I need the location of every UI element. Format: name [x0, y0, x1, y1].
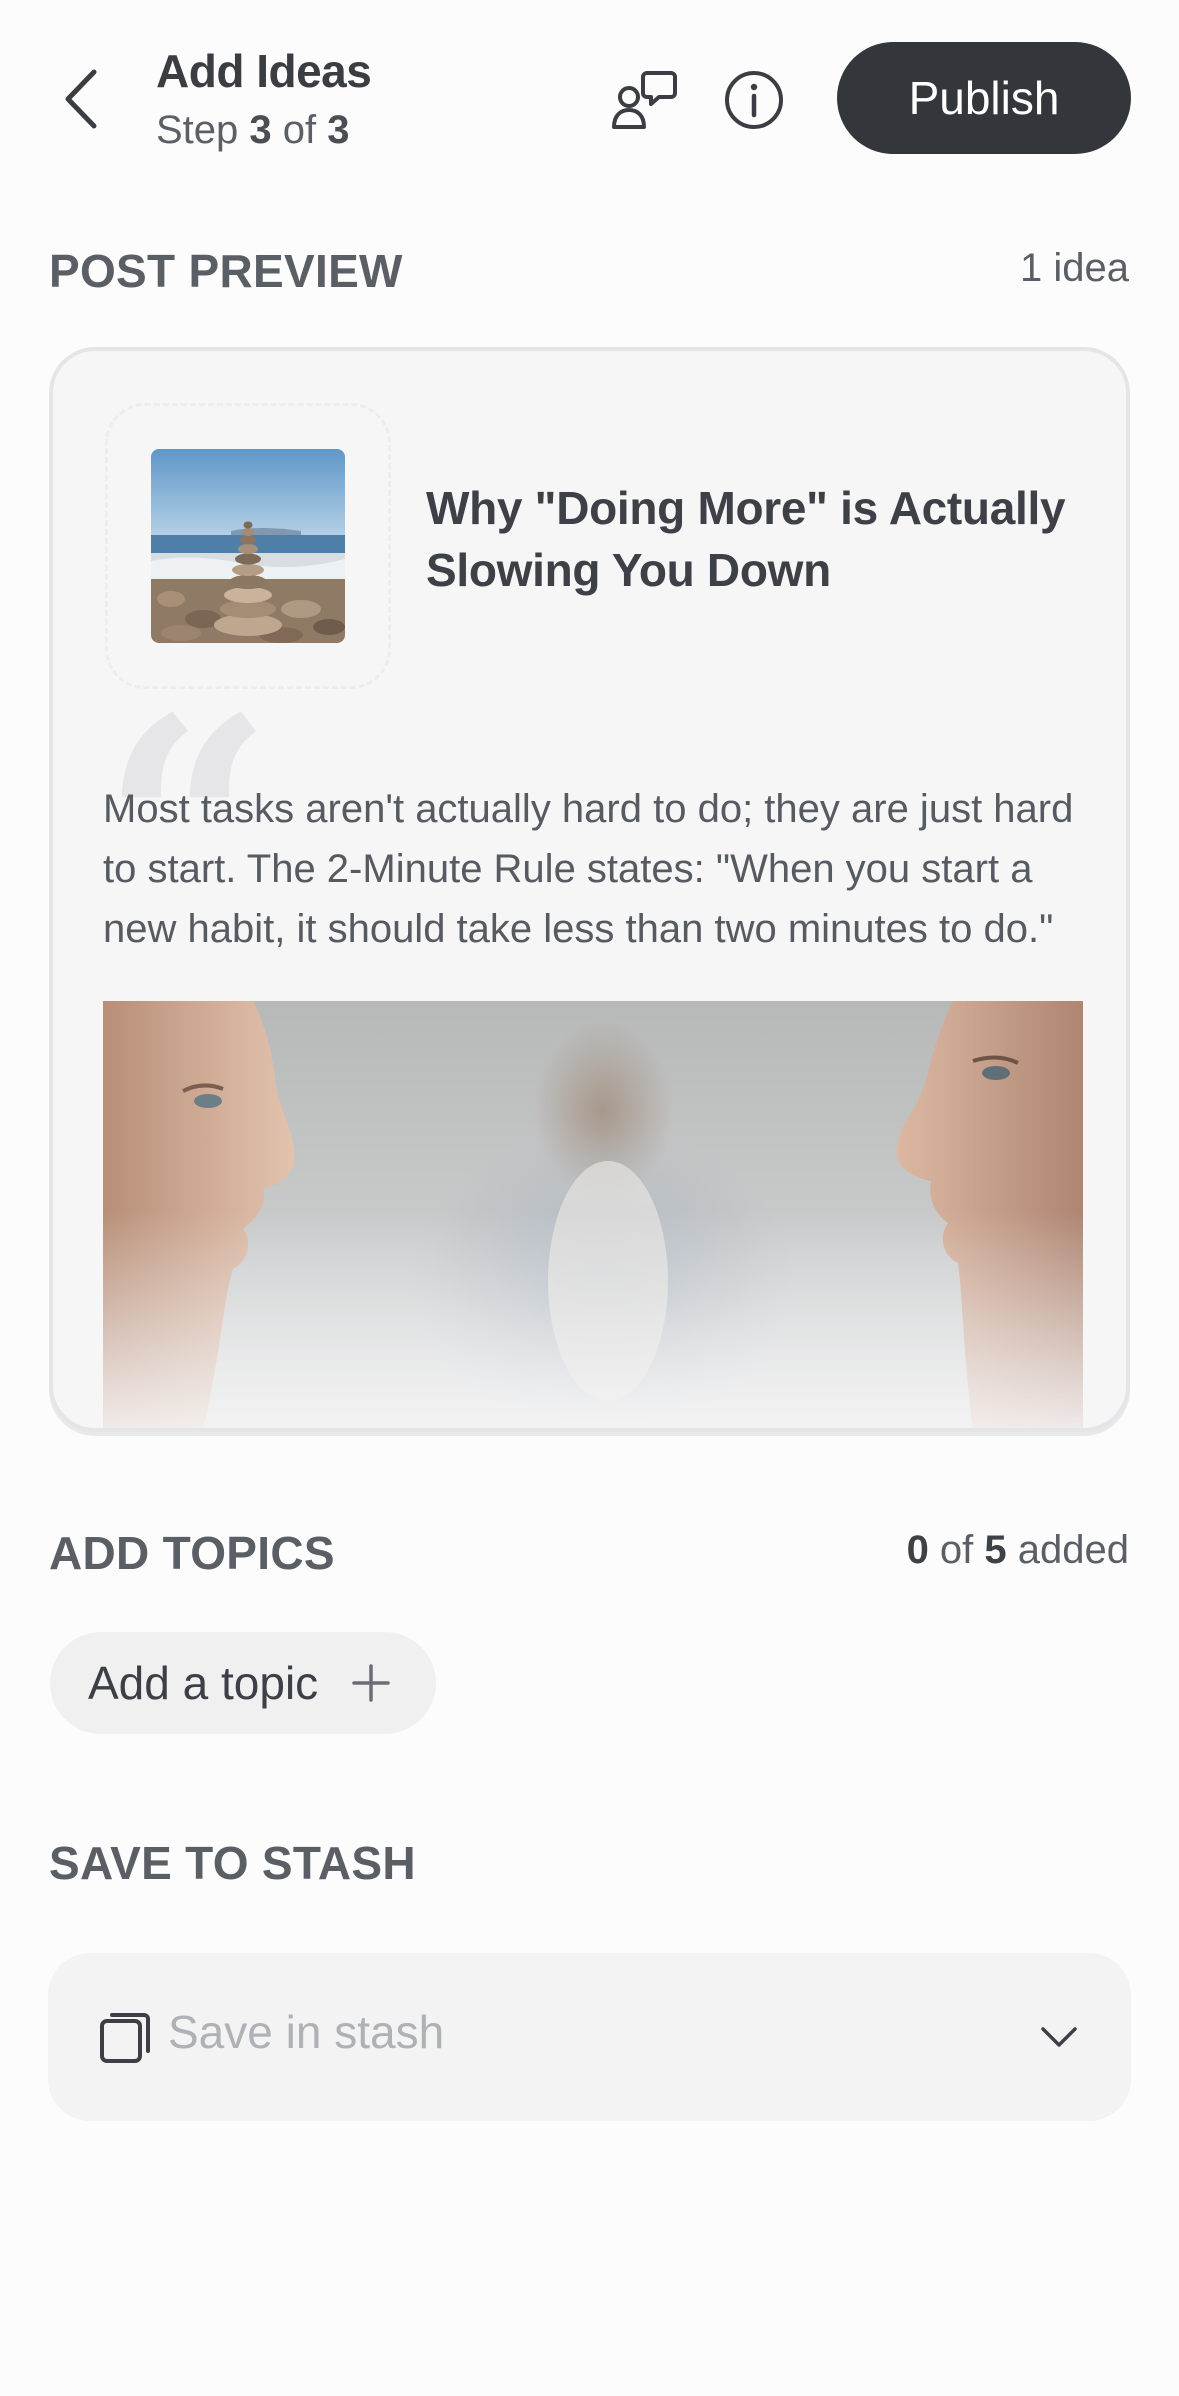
topics-added-count: 0 — [906, 1528, 929, 1572]
add-topic-button[interactable]: Add a topic — [50, 1632, 436, 1734]
post-quote: Most tasks aren't actually hard to do; t… — [103, 787, 1074, 951]
top-bar: Add Ideas Step 3 of 3 Publish — [0, 0, 1179, 200]
stash-select[interactable]: Save in stash — [48, 1953, 1131, 2121]
post-preview-heading: POST PREVIEW — [49, 245, 403, 297]
back-button[interactable] — [52, 62, 112, 136]
save-to-stash-heading: SAVE TO STASH — [49, 1837, 416, 1889]
topics-max-count: 5 — [984, 1528, 1007, 1572]
chevron-left-icon — [65, 69, 97, 129]
post-preview-card[interactable]: Why "Doing More" is Actually Slowing You… — [49, 347, 1130, 1432]
title-block: Add Ideas Step 3 of 3 — [156, 44, 372, 153]
copy-icon — [100, 2013, 150, 2063]
photo-fade — [103, 1211, 1083, 1428]
publish-button[interactable]: Publish — [837, 42, 1131, 154]
topics-count: 0 of 5 added — [907, 1528, 1129, 1573]
idea-count: 1 idea — [1020, 246, 1129, 290]
cover-photo — [103, 1001, 1083, 1428]
page-title: Add Ideas — [156, 45, 372, 97]
add-topic-label: Add a topic — [88, 1657, 319, 1709]
stash-placeholder: Save in stash — [168, 2006, 445, 2058]
topics-added-suffix: added — [1006, 1528, 1129, 1572]
plus-icon — [352, 1664, 390, 1702]
add-topics-heading: ADD TOPICS — [49, 1527, 335, 1579]
step-prefix: Step — [156, 108, 250, 152]
people-chat-icon — [612, 71, 677, 129]
step-total: 3 — [327, 108, 350, 152]
step-indicator: Step 3 of 3 — [156, 108, 371, 153]
post-headline: Why "Doing More" is Actually Slowing You… — [426, 482, 1066, 596]
topics-of-label: of — [928, 1528, 985, 1572]
chevron-down-icon — [1041, 2027, 1077, 2047]
thumbnail-image — [151, 449, 345, 643]
discussion-button[interactable] — [606, 62, 682, 138]
step-mid: of — [271, 108, 328, 152]
app-screen: Add Ideas Step 3 of 3 Publish POST PREVI… — [0, 0, 1179, 2396]
step-current: 3 — [249, 108, 272, 152]
info-icon — [725, 71, 783, 129]
info-button[interactable] — [716, 62, 792, 138]
